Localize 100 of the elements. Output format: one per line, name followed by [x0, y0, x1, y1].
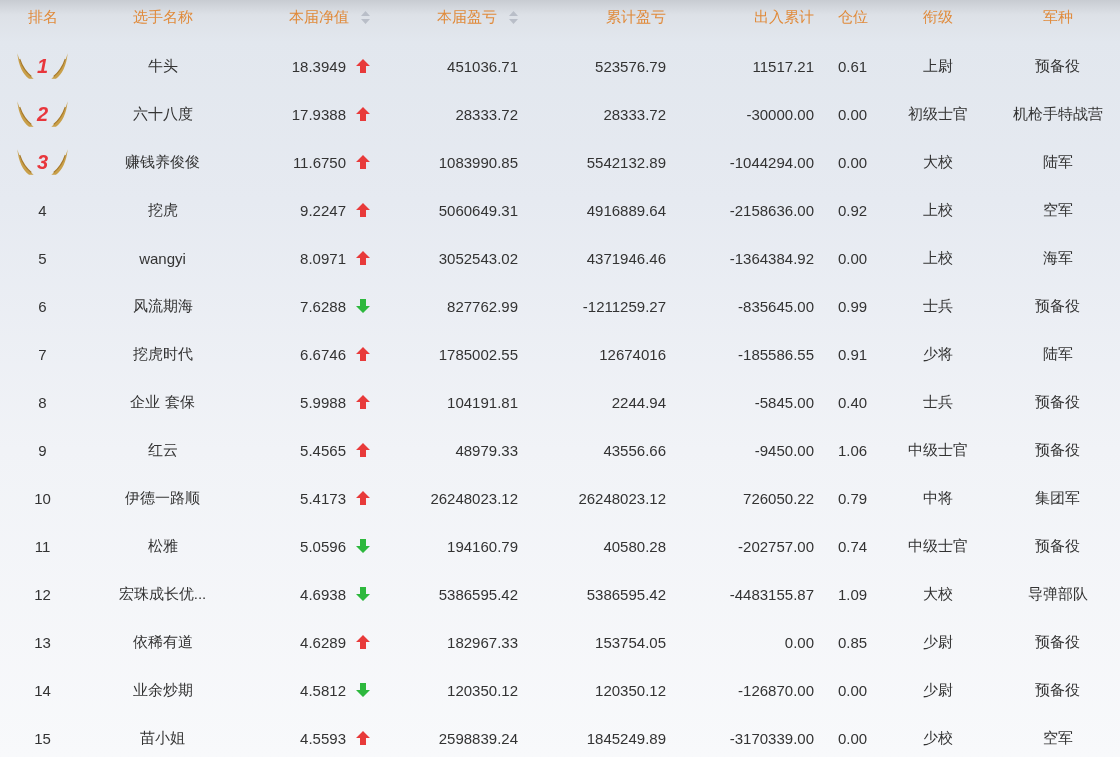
- service-branch: 空军: [1042, 200, 1073, 220]
- player-name: 业余炒期: [132, 680, 193, 700]
- cumulative-flow: -185586.55: [738, 345, 814, 363]
- rank-title: 中将: [922, 488, 953, 508]
- position-ratio: 0.00: [837, 729, 868, 747]
- cumulative-flow: -5845.00: [754, 393, 814, 411]
- profit-loss: 451036.71: [447, 57, 518, 75]
- profit-loss: 104191.81: [447, 393, 518, 411]
- profit-loss: 26248023.12: [430, 489, 518, 507]
- player-name: 伊德一路顺: [125, 488, 200, 508]
- player-name: 牛头: [147, 56, 178, 76]
- cumulative-flow: -126870.00: [738, 681, 814, 699]
- total-profit-loss: -1211259.27: [582, 297, 666, 315]
- service-branch: 预备役: [1035, 536, 1080, 556]
- cumulative-flow: 726050.22: [743, 489, 814, 507]
- total-profit-loss: 28333.72: [603, 105, 666, 123]
- up-arrow-icon: [356, 491, 370, 505]
- column-header[interactable]: 本届净值: [289, 7, 349, 27]
- total-profit-loss: 40580.28: [603, 537, 666, 555]
- up-arrow-icon: [356, 107, 370, 121]
- total-profit-loss: 120350.12: [595, 681, 666, 699]
- total-profit-loss: 5386595.42: [586, 585, 666, 603]
- rank-title: 上校: [922, 200, 953, 220]
- position-ratio: 0.91: [837, 345, 868, 363]
- cumulative-flow: -202757.00: [738, 537, 814, 555]
- up-arrow-icon: [356, 155, 370, 169]
- position-ratio: 0.40: [837, 393, 868, 411]
- position-ratio: 1.06: [837, 441, 868, 459]
- total-profit-loss: 1845249.89: [586, 729, 666, 747]
- position-ratio: 0.00: [837, 249, 868, 267]
- rank-title: 上尉: [922, 56, 953, 76]
- player-name: 挖虎: [147, 200, 178, 220]
- profit-loss: 1785002.55: [438, 345, 518, 363]
- profit-loss: 3052543.02: [438, 249, 518, 267]
- position-ratio: 0.00: [837, 105, 868, 123]
- down-arrow-icon: [356, 587, 370, 601]
- player-name: wangyi: [139, 249, 186, 267]
- player-name: 松雅: [147, 536, 178, 556]
- rank-title: 中级士官: [907, 440, 968, 460]
- position-ratio: 0.79: [837, 489, 868, 507]
- up-arrow-icon: [356, 347, 370, 361]
- player-name: 挖虎时代: [132, 344, 193, 364]
- position-ratio: 0.00: [837, 681, 868, 699]
- player-name: 企业 套保: [130, 392, 195, 412]
- rank-number: 6: [38, 297, 47, 315]
- service-branch: 导弹部队: [1027, 584, 1088, 604]
- profit-loss: 1083990.85: [438, 153, 518, 171]
- rank-number: 11: [34, 537, 51, 555]
- rank-title: 少尉: [922, 632, 953, 652]
- sort-icon[interactable]: [509, 10, 518, 24]
- rank-number: 8: [38, 393, 47, 411]
- net-value: 9.2247: [300, 201, 346, 219]
- player-name: 风流期海: [132, 296, 193, 316]
- player-name: 依稀有道: [132, 632, 193, 652]
- profit-loss: 5060649.31: [438, 201, 518, 219]
- position-ratio: 0.99: [837, 297, 868, 315]
- service-branch: 陆军: [1042, 344, 1073, 364]
- cumulative-flow: -835645.00: [738, 297, 814, 315]
- cumulative-flow: -1044294.00: [729, 153, 814, 171]
- cumulative-flow: -3170339.00: [729, 729, 814, 747]
- service-branch: 陆军: [1042, 152, 1073, 172]
- rank-number: 9: [38, 441, 47, 459]
- net-value: 5.4173: [300, 489, 346, 507]
- rank-number: 2: [36, 102, 49, 126]
- position-ratio: 0.61: [837, 57, 868, 75]
- profit-loss: 194160.79: [447, 537, 518, 555]
- net-value: 4.6289: [300, 633, 346, 651]
- net-value: 5.0596: [300, 537, 346, 555]
- position-ratio: 0.92: [837, 201, 868, 219]
- service-branch: 预备役: [1035, 56, 1080, 76]
- sort-icon[interactable]: [361, 10, 370, 24]
- service-branch: 预备役: [1035, 392, 1080, 412]
- service-branch: 空军: [1042, 728, 1073, 748]
- rank-title: 上校: [922, 248, 953, 268]
- position-ratio: 0.74: [837, 537, 868, 555]
- player-name: 宏珠成长优...: [118, 584, 207, 604]
- down-arrow-icon: [356, 299, 370, 313]
- column-header[interactable]: 本届盈亏: [437, 7, 497, 27]
- position-ratio: 0.00: [837, 153, 868, 171]
- net-value: 17.9388: [291, 105, 346, 123]
- service-branch: 集团军: [1035, 488, 1080, 508]
- net-value: 4.5593: [300, 729, 346, 747]
- cumulative-flow: -9450.00: [754, 441, 814, 459]
- total-profit-loss: 12674016: [599, 345, 666, 363]
- service-branch: 机枪手特战营: [1012, 104, 1103, 124]
- up-arrow-icon: [356, 731, 370, 745]
- rank-title: 士兵: [922, 392, 953, 412]
- total-profit-loss: 26248023.12: [578, 489, 666, 507]
- profit-loss: 182967.33: [447, 633, 518, 651]
- rank-number: 7: [38, 345, 47, 363]
- rank-number: 15: [34, 729, 51, 747]
- net-value: 4.6938: [300, 585, 346, 603]
- service-branch: 预备役: [1035, 440, 1080, 460]
- up-arrow-icon: [356, 395, 370, 409]
- rank-number: 3: [36, 150, 49, 174]
- total-profit-loss: 523576.79: [595, 57, 666, 75]
- rank-number: 4: [38, 201, 47, 219]
- service-branch: 海军: [1042, 248, 1073, 268]
- net-value: 8.0971: [300, 249, 346, 267]
- column-header: 仓位: [837, 7, 868, 27]
